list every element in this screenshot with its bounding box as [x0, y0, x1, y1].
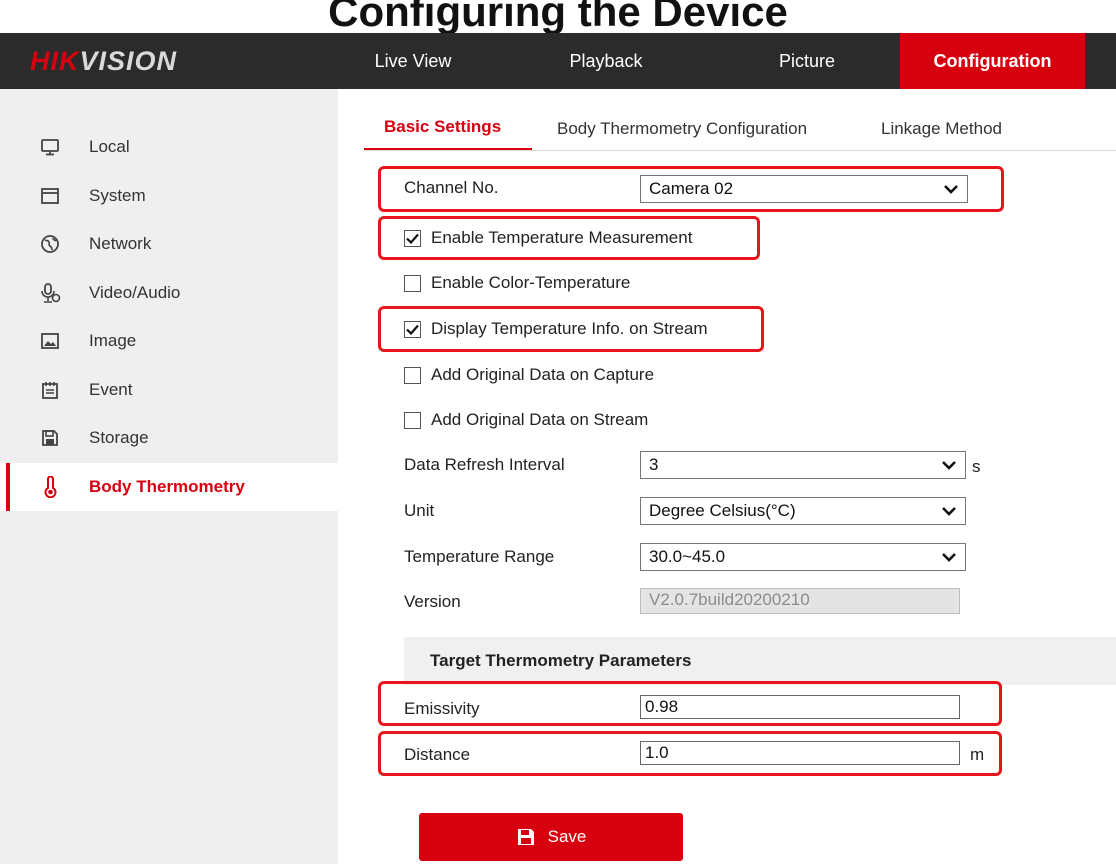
calendar-icon [39, 379, 61, 401]
distance-label: Distance [404, 745, 471, 764]
channel-select[interactable]: Camera 02 [640, 175, 968, 203]
nav-picture[interactable]: Picture [737, 33, 877, 89]
chevron-down-icon [942, 553, 956, 562]
add-original-data-stream[interactable]: Add Original Data on Stream [404, 410, 648, 430]
floppy-icon [39, 427, 61, 449]
tab-linkage-method[interactable]: Linkage Method [881, 119, 1002, 139]
tab-basic-settings[interactable]: Basic Settings [384, 117, 501, 137]
refresh-interval-select[interactable]: 3 [640, 451, 966, 479]
brand-logo: HIKVISION [30, 46, 178, 76]
settings-tabs: Basic Settings Body Thermometry Configur… [338, 89, 1116, 151]
nav-configuration[interactable]: Configuration [900, 33, 1085, 89]
monitor-icon [39, 136, 61, 158]
refresh-interval-unit: s [972, 457, 981, 476]
sidebar-item-body-thermometry[interactable]: Body Thermometry [0, 463, 338, 511]
nav-playback[interactable]: Playback [536, 33, 676, 89]
sidebar-item-network[interactable]: Network [0, 220, 338, 268]
temperature-range-select[interactable]: 30.0~45.0 [640, 543, 966, 571]
enable-color-temperature[interactable]: Enable Color-Temperature [404, 273, 630, 293]
temperature-range-label: Temperature Range [404, 547, 555, 566]
sidebar-item-local[interactable]: Local [0, 123, 338, 171]
distance-unit: m [970, 745, 985, 764]
nav-live-view[interactable]: Live View [343, 33, 483, 89]
checkbox-checked-icon[interactable] [404, 320, 421, 338]
sidebar-item-image[interactable]: Image [0, 317, 338, 365]
mic-icon [39, 282, 61, 304]
unit-label: Unit [404, 501, 435, 520]
system-icon [39, 185, 61, 207]
enable-temperature-measurement[interactable]: Enable Temperature Measurement [404, 228, 692, 248]
checkbox-unchecked-icon[interactable] [404, 274, 421, 292]
thermometer-icon [39, 476, 61, 498]
floppy-icon [516, 827, 536, 847]
display-temperature-info[interactable]: Display Temperature Info. on Stream [404, 319, 708, 339]
sidebar-item-video-audio[interactable]: Video/Audio [0, 269, 338, 317]
checkbox-unchecked-icon[interactable] [404, 411, 421, 429]
unit-select[interactable]: Degree Celsius(°C) [640, 497, 966, 525]
page-heading: Configuring the Device [328, 0, 788, 35]
chevron-down-icon [942, 461, 956, 470]
sidebar-item-storage[interactable]: Storage [0, 414, 338, 462]
chevron-down-icon [944, 185, 958, 194]
checkbox-unchecked-icon[interactable] [404, 366, 421, 384]
sidebar-item-system[interactable]: System [0, 172, 338, 220]
tab-body-thermometry-configuration[interactable]: Body Thermometry Configuration [557, 119, 807, 139]
version-field: V2.0.7build20200210 [640, 588, 960, 614]
image-icon [39, 330, 61, 352]
sidebar: Local System Network Video/Audio Image E… [0, 89, 338, 864]
version-label: Version [404, 592, 461, 611]
sidebar-item-event[interactable]: Event [0, 366, 338, 414]
emissivity-field[interactable]: 0.98 [640, 695, 960, 719]
emissivity-label: Emissivity [404, 699, 480, 718]
checkbox-checked-icon[interactable] [404, 229, 421, 247]
add-original-data-capture[interactable]: Add Original Data on Capture [404, 365, 654, 385]
top-nav-bar: HIKVISION Live View Playback Picture Con… [0, 33, 1116, 89]
globe-icon [39, 233, 61, 255]
channel-label: Channel No. [404, 178, 499, 197]
chevron-down-icon [942, 507, 956, 516]
target-thermometry-section-header: Target Thermometry Parameters [404, 637, 1116, 685]
refresh-interval-label: Data Refresh Interval [404, 455, 565, 474]
save-button[interactable]: Save [419, 813, 683, 861]
distance-field[interactable]: 1.0 [640, 741, 960, 765]
